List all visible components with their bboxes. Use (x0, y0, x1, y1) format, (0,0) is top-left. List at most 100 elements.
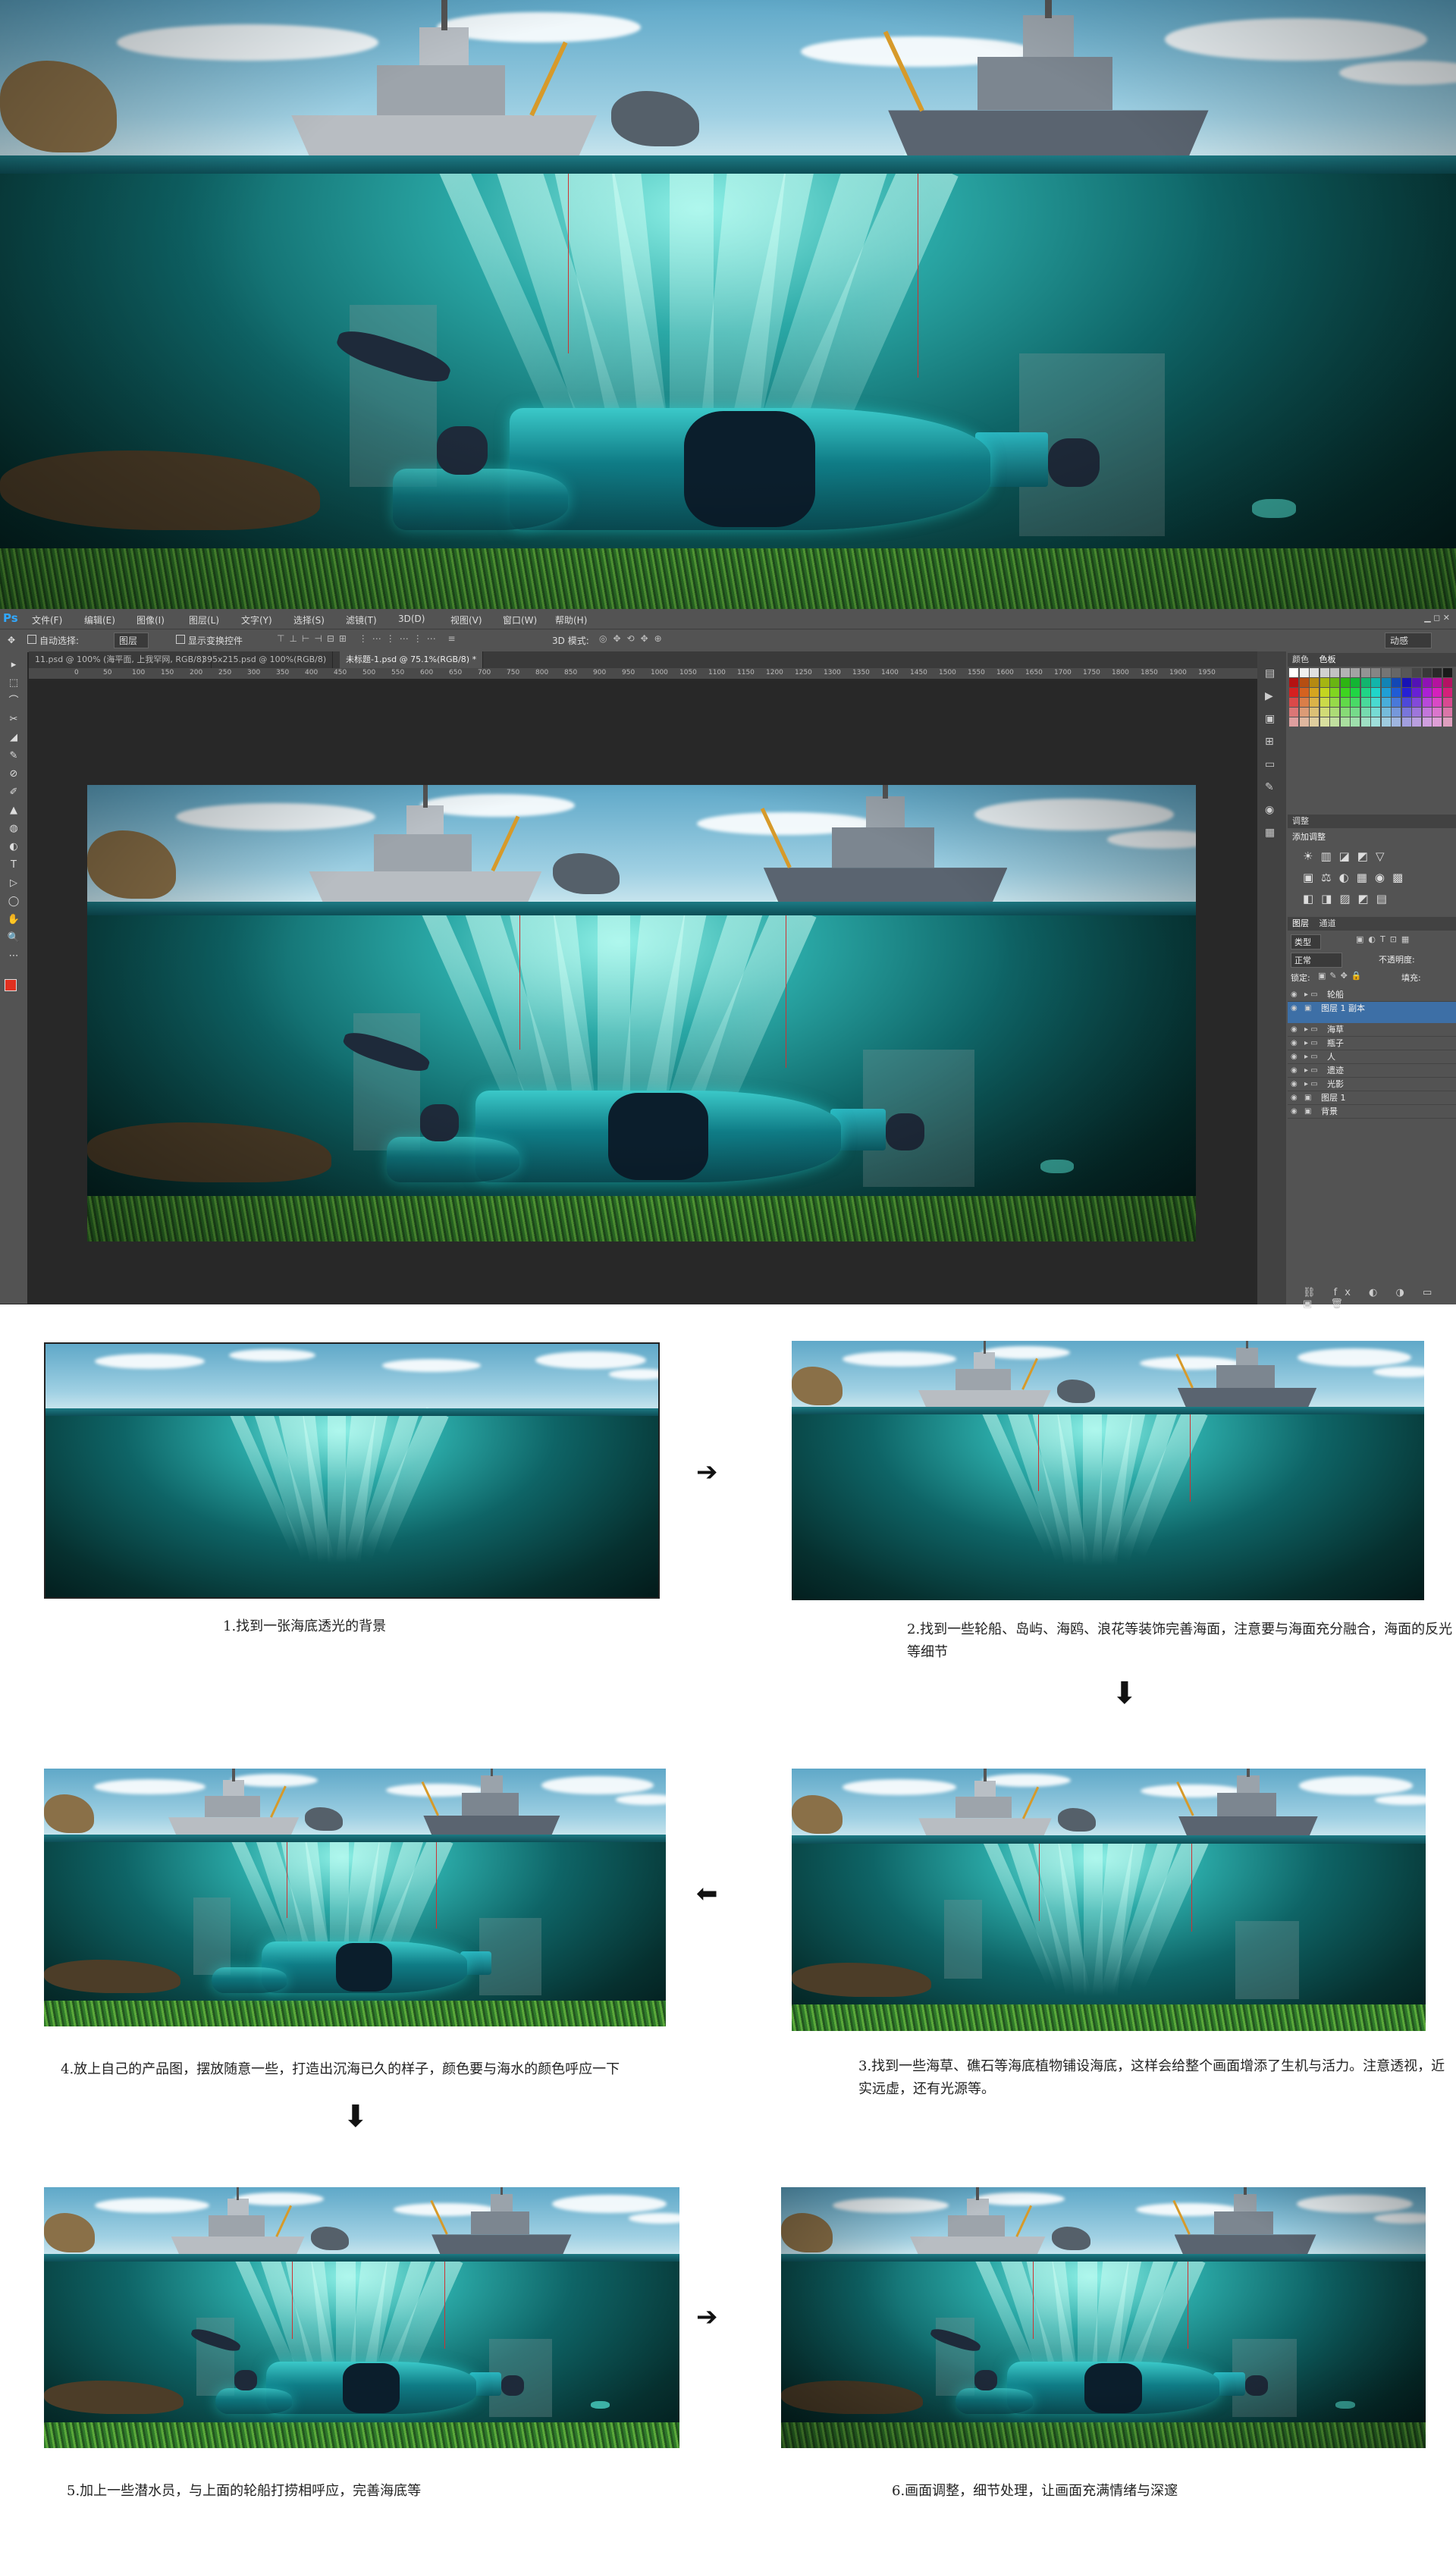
menu-item[interactable]: 视图(V) (450, 614, 482, 626)
visibility-eye-icon[interactable]: ◉ (1291, 1064, 1301, 1077)
color-swatch[interactable] (1392, 668, 1401, 677)
color-swatch[interactable] (1422, 698, 1432, 707)
color-swatch[interactable] (1299, 698, 1309, 707)
color-swatch[interactable] (1320, 688, 1329, 697)
color-swatch[interactable] (1401, 717, 1411, 727)
color-swatch[interactable] (1392, 678, 1401, 687)
color-swatch[interactable] (1310, 717, 1319, 727)
layer-row[interactable]: ◉ ▸ ▭ 海草 (1288, 1023, 1456, 1037)
move-tool-icon[interactable]: ✥ (8, 635, 15, 645)
tool-icon[interactable]: 🔍 (6, 931, 21, 946)
color-swatch[interactable] (1360, 688, 1370, 697)
document-canvas[interactable] (87, 785, 1196, 1241)
tab-swatches[interactable]: 色板 (1320, 654, 1336, 664)
color-swatch[interactable] (1299, 668, 1309, 677)
color-swatch[interactable] (1432, 717, 1442, 727)
document-tab[interactable]: 未标题-1.psd @ 75.1%(RGB/8) * (340, 651, 484, 668)
color-swatch[interactable] (1392, 698, 1401, 707)
color-swatch[interactable] (1360, 678, 1370, 687)
color-swatch[interactable] (1422, 717, 1432, 727)
color-swatch[interactable] (1289, 698, 1298, 707)
color-swatch[interactable] (1432, 668, 1442, 677)
color-swatch[interactable] (1330, 698, 1339, 707)
filter-icons[interactable]: ▣◐T⊡▦ (1356, 934, 1414, 944)
tab-channels[interactable]: 通道 (1320, 918, 1336, 928)
color-swatch[interactable] (1330, 668, 1339, 677)
color-swatch[interactable] (1381, 688, 1391, 697)
color-swatch[interactable] (1310, 668, 1319, 677)
color-swatch[interactable] (1320, 668, 1329, 677)
menu-item[interactable]: 滤镜(T) (346, 614, 377, 626)
color-swatch[interactable] (1320, 698, 1329, 707)
color-swatch[interactable] (1360, 698, 1370, 707)
color-swatch[interactable] (1299, 678, 1309, 687)
tool-icon[interactable]: ◯ (6, 894, 21, 909)
layers-panel-header[interactable]: 图层 通道 (1288, 917, 1456, 931)
menu-item[interactable]: 选择(S) (293, 614, 325, 626)
tool-icon[interactable]: ▸ (6, 658, 21, 673)
color-swatch[interactable] (1310, 708, 1319, 717)
color-swatch[interactable] (1412, 717, 1421, 727)
color-swatch[interactable] (1351, 688, 1360, 697)
menu-item[interactable]: 帮助(H) (555, 614, 587, 626)
color-swatch[interactable] (1289, 708, 1298, 717)
color-swatch[interactable] (1371, 668, 1380, 677)
color-swatch[interactable] (1351, 678, 1360, 687)
color-swatch[interactable] (1442, 698, 1452, 707)
color-swatch[interactable] (1432, 678, 1442, 687)
tool-icon[interactable]: ✎ (6, 749, 21, 764)
color-swatch[interactable] (1340, 698, 1350, 707)
color-swatch[interactable] (1401, 708, 1411, 717)
3d-mode-icons[interactable]: ◎✥⟲✥⊕ (599, 633, 668, 644)
color-swatch[interactable] (1442, 668, 1452, 677)
visibility-eye-icon[interactable]: ◉ (1291, 1023, 1301, 1036)
tool-icon[interactable]: ✂ (6, 712, 21, 727)
canvas-area[interactable] (29, 679, 1227, 1304)
color-swatch[interactable] (1371, 688, 1380, 697)
color-swatch[interactable] (1310, 678, 1319, 687)
layer-row[interactable]: ◉ ▸ ▭ 人 (1288, 1050, 1456, 1064)
color-swatch[interactable] (1340, 678, 1350, 687)
color-swatch[interactable] (1392, 708, 1401, 717)
layer-row[interactable]: ◉ ▸ ▭ 光影 (1288, 1078, 1456, 1091)
tool-icon[interactable]: ▲ (6, 803, 21, 818)
color-swatch[interactable] (1432, 698, 1442, 707)
color-swatch[interactable] (1330, 717, 1339, 727)
tool-icon[interactable]: ◐ (6, 840, 21, 855)
color-swatch[interactable] (1371, 708, 1380, 717)
color-swatch[interactable] (1299, 708, 1309, 717)
color-swatch[interactable] (1442, 717, 1452, 727)
color-swatch[interactable] (1310, 688, 1319, 697)
menu-item[interactable]: 图层(L) (189, 614, 219, 626)
adjustment-icons[interactable]: ☀▥◪◩▽ ▣⚖◐▦◉▩ ◧◨▨◩▤ (1303, 846, 1439, 909)
show-transform-checkbox[interactable] (176, 635, 185, 644)
color-swatch[interactable] (1432, 708, 1442, 717)
color-swatch[interactable] (1422, 708, 1432, 717)
menu-item[interactable]: 窗口(W) (503, 614, 537, 626)
color-swatch[interactable] (1360, 708, 1370, 717)
tool-icon[interactable]: T (6, 858, 21, 873)
color-swatch[interactable] (1351, 668, 1360, 677)
color-swatch[interactable] (1310, 698, 1319, 707)
color-swatch[interactable] (1381, 678, 1391, 687)
color-swatch[interactable] (1371, 717, 1380, 727)
lock-icons[interactable]: ▣✎✥🔒 (1318, 971, 1366, 981)
color-swatch[interactable] (1299, 688, 1309, 697)
tool-icon[interactable]: ⊘ (6, 767, 21, 782)
document-tab[interactable]: 395x215.psd @ 100%(RGB/8) (196, 651, 334, 668)
color-swatch[interactable] (1340, 688, 1350, 697)
color-swatch[interactable] (1289, 668, 1298, 677)
layer-row[interactable]: ◉ ▸ ▭ 遗迹 (1288, 1064, 1456, 1078)
color-swatch[interactable] (1360, 717, 1370, 727)
tool-icon[interactable]: ✋ (6, 912, 21, 928)
tool-icon[interactable]: ✐ (6, 785, 21, 800)
color-panel-header[interactable]: 颜色 色板 (1288, 653, 1456, 667)
color-swatch[interactable] (1401, 668, 1411, 677)
color-swatch[interactable] (1371, 698, 1380, 707)
kind-filter-dropdown[interactable]: 类型 (1291, 934, 1321, 950)
color-swatch[interactable] (1351, 717, 1360, 727)
blend-mode-dropdown[interactable]: 正常 (1291, 953, 1342, 968)
color-swatch[interactable] (1422, 688, 1432, 697)
color-swatch[interactable] (1330, 678, 1339, 687)
swatches-grid[interactable] (1289, 668, 1453, 729)
